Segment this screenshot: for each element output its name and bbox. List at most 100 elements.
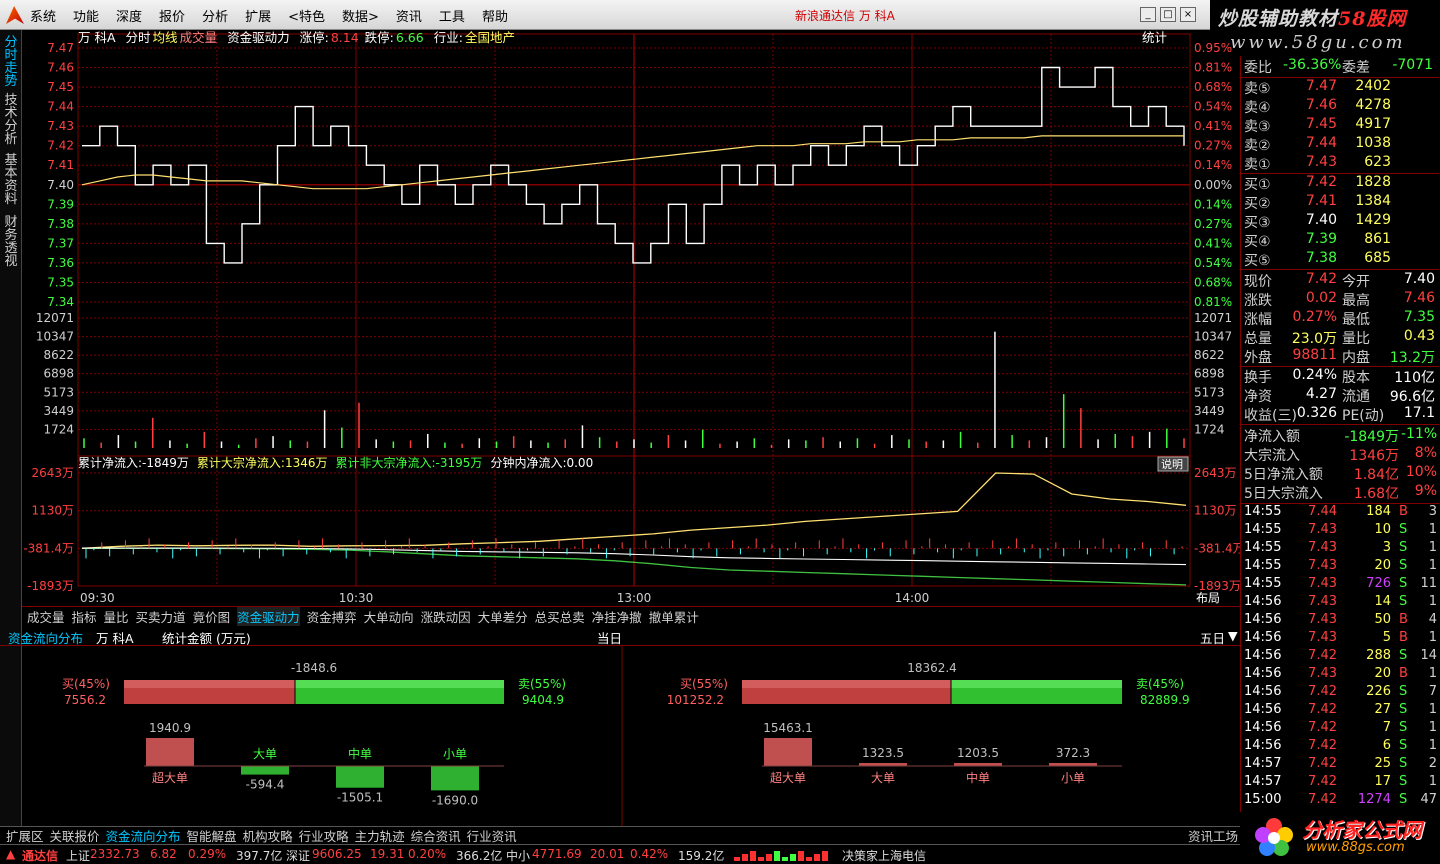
close-button[interactable]: × xyxy=(1180,7,1196,22)
flow-header-item: 累计非大宗净流入:-3195万 xyxy=(336,455,483,470)
menu-item[interactable]: 帮助 xyxy=(482,6,508,25)
bottom-tab-info-workshop[interactable]: 资讯工场 xyxy=(1188,826,1238,845)
flower-logo-icon xyxy=(1255,818,1293,856)
chart-header-item: 成交量 xyxy=(180,30,218,45)
stat-value: 0.43 xyxy=(1403,328,1435,344)
buy-level-row: 买② 7.41 1384 xyxy=(1241,193,1439,212)
intraday-chart[interactable]: 7.47 0.95% 7.46 0.81% 7.45 0.68% 7.44 0.54% 7.43… xyxy=(22,30,1240,606)
bottom-tab[interactable]: 智能解盘 xyxy=(187,826,237,845)
menu-item[interactable]: 分析 xyxy=(202,6,228,25)
weicha-label: 委差 xyxy=(1342,60,1370,76)
toolbar-item[interactable]: 涨跌动因 xyxy=(421,607,471,626)
flow-tick-label-right: 2643万 xyxy=(1194,466,1237,480)
toolbar-item[interactable]: 撤单累计 xyxy=(649,607,699,626)
stat-value: 0.326 xyxy=(1296,405,1337,421)
price-tick-label: 7.44 xyxy=(47,100,74,114)
maximize-button[interactable]: □ xyxy=(1160,7,1176,22)
time-tick-label: 10:30 xyxy=(339,591,374,605)
broker-name: 决策家上海电信 xyxy=(842,849,927,863)
tick-volume: 27 xyxy=(1374,702,1391,717)
price-tick-label: 7.42 xyxy=(47,139,74,153)
menu-item[interactable]: 深度 xyxy=(116,6,142,25)
tick-price: 7.42 xyxy=(1308,648,1337,663)
menu-item[interactable]: 资讯 xyxy=(396,6,422,25)
toolbar-item[interactable]: 成交量 xyxy=(27,607,65,626)
watermark-site: 58股网 xyxy=(1338,8,1407,30)
tick-time: 14:56 xyxy=(1244,594,1282,609)
tick-direction: S xyxy=(1399,756,1408,771)
tab-technical[interactable]: 技术分析 xyxy=(3,94,19,146)
pct-tick-label: 0.95% xyxy=(1194,41,1232,55)
weicha-value: -7071 xyxy=(1392,57,1433,73)
tick-volume: 5 xyxy=(1382,630,1391,645)
left-cat-name: 大单 xyxy=(253,747,277,761)
menu-item[interactable]: 系统 xyxy=(30,6,56,25)
sz-change: 19.31 xyxy=(370,847,405,861)
stat-label: 最低 xyxy=(1342,312,1370,328)
toolbar-item[interactable]: 总买总卖 xyxy=(535,607,585,626)
flow-pct: 8% xyxy=(1414,445,1437,461)
buy-price: 7.39 xyxy=(1305,231,1337,247)
sz-percent: 0.20% xyxy=(408,847,447,861)
tab-today[interactable]: 当日 xyxy=(597,628,622,647)
stat-label: 流通 xyxy=(1342,389,1370,405)
bottom-tab[interactable]: 主力轨迹 xyxy=(355,826,405,845)
tab-intraday[interactable]: 分时走势 xyxy=(3,36,19,88)
tab-financials[interactable]: 财务透视 xyxy=(3,216,19,268)
tick-count: 1 xyxy=(1428,630,1437,645)
volume-tick-label: 6898 xyxy=(43,367,74,381)
bottom-tab[interactable]: 机构攻略 xyxy=(243,826,293,845)
price-tick-label: 7.38 xyxy=(47,217,74,231)
bottom-tab[interactable]: 行业攻略 xyxy=(299,826,349,845)
bottom-tab[interactable]: 资金流向分布 xyxy=(106,826,181,845)
tick-direction: S xyxy=(1399,774,1408,789)
bottom-tab[interactable]: 扩展区 xyxy=(6,826,44,845)
toolbar-item[interactable]: 买卖力道 xyxy=(136,607,186,626)
right-cat-value: 372.3 xyxy=(1056,746,1090,760)
main-menu: 系统 功能 深度 报价 分析 扩展 <特色 数据> 资讯 工具 帮助 xyxy=(30,0,525,30)
buy-level-row: 买④ 7.39 861 xyxy=(1241,231,1439,250)
watermark-title: 炒股辅助教材58股网 xyxy=(1218,4,1406,31)
left-cat-value: -1690.0 xyxy=(432,793,478,807)
tab-fundamentals[interactable]: 基本资料 xyxy=(3,154,19,206)
toolbar-item[interactable]: 量比 xyxy=(104,607,129,626)
toolbar-item[interactable]: 大单动向 xyxy=(364,607,414,626)
tick-volume: 17 xyxy=(1374,774,1391,789)
tick-volume: 50 xyxy=(1374,612,1391,627)
stat-value: 13.2万 xyxy=(1389,350,1435,366)
stat-value: 4.27 xyxy=(1305,386,1337,402)
buy-price: 7.40 xyxy=(1305,212,1337,228)
toolbar-item[interactable]: 资金搏弈 xyxy=(307,607,357,626)
toolbar-item[interactable]: 指标 xyxy=(72,607,97,626)
stats-row: 涨幅 0.27% 最低 7.35 xyxy=(1241,309,1439,328)
menu-item[interactable]: 工具 xyxy=(439,6,465,25)
bottom-tab[interactable]: 关联报价 xyxy=(50,826,100,845)
tick-volume: 3 xyxy=(1382,540,1391,555)
menu-item[interactable]: 数据> xyxy=(342,6,379,25)
bottom-tab[interactable]: 行业资讯 xyxy=(467,826,517,845)
buy-volume: 685 xyxy=(1364,250,1391,266)
menu-item[interactable]: 扩展 xyxy=(245,6,271,25)
minimize-button[interactable]: _ xyxy=(1140,7,1156,22)
stat-label: 净资 xyxy=(1244,389,1272,405)
chevron-down-icon[interactable]: ▼ xyxy=(1228,628,1238,643)
menu-item[interactable]: <特色 xyxy=(288,6,325,25)
tick-row: 14:55 7.43 20 S 1 xyxy=(1241,558,1439,577)
stat-label: 涨跌 xyxy=(1244,293,1272,309)
tab-five-day[interactable]: 五日 xyxy=(1200,628,1225,647)
stats-row: 总量 23.0万 量比 0.43 xyxy=(1241,328,1439,347)
menu-item[interactable]: 报价 xyxy=(159,6,185,25)
toolbar-item[interactable]: 大单差分 xyxy=(478,607,528,626)
toolbar-item[interactable]: 竟价图 xyxy=(193,607,231,626)
right-cat-value: 1203.5 xyxy=(957,746,999,760)
toolbar-item[interactable]: 净挂净撤 xyxy=(592,607,642,626)
volume-tick-label: 10347 xyxy=(36,330,74,344)
bottom-tab[interactable]: 综合资讯 xyxy=(411,826,461,845)
toolbar-item[interactable]: 资金驱动力 xyxy=(237,607,300,626)
flow-tick-label: -381.4万 xyxy=(23,541,74,555)
menu-item[interactable]: 功能 xyxy=(73,6,99,25)
signal-bar xyxy=(750,851,756,861)
signal-bar xyxy=(790,854,796,861)
tick-row: 14:56 7.42 6 S 1 xyxy=(1241,738,1439,757)
explain-button-label: 说明 xyxy=(1161,457,1183,471)
